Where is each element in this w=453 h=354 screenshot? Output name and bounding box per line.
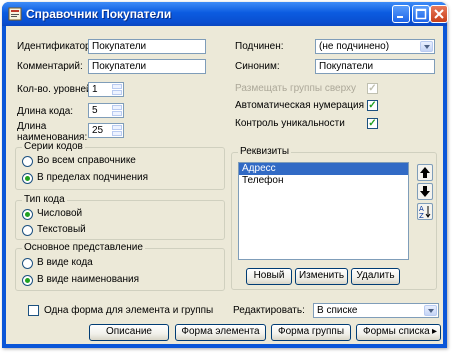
name-length-value: 25 <box>92 125 104 136</box>
arrow-down-icon <box>420 186 430 197</box>
description-button[interactable]: Описание <box>89 324 169 341</box>
edit-mode-value: В списке <box>317 305 358 316</box>
chevron-down-icon[interactable] <box>420 41 433 52</box>
auto-numbering-label: Автоматическая нумерация <box>235 100 364 111</box>
requisites-list[interactable]: Адресс Телефон <box>238 162 409 260</box>
code-length-spin-icon[interactable] <box>112 105 122 116</box>
identifier-input[interactable]: Покупатели <box>88 39 206 54</box>
uniqueness-label: Контроль уникальности <box>235 118 345 129</box>
requisites-title: Реквизиты <box>238 146 292 158</box>
minimize-icon <box>397 16 403 18</box>
requisites-list-item[interactable]: Адресс <box>239 163 408 175</box>
subordinate-select[interactable]: (не подчинено) <box>315 39 435 54</box>
window-title: Справочник Покупатели <box>26 7 172 21</box>
close-icon <box>434 9 444 19</box>
requisites-list-item[interactable]: Телефон <box>239 175 408 187</box>
edit-requisite-button[interactable]: Изменить <box>295 268 348 285</box>
dialog-body: Идентификатор: Покупатели Комментарий: П… <box>6 26 443 344</box>
synonym-input[interactable]: Покупатели <box>315 59 435 74</box>
list-forms-label: Формы списка <box>363 326 430 337</box>
code-series-title: Серии кодов <box>22 141 85 153</box>
comment-input[interactable]: Покупатели <box>88 59 206 74</box>
code-type-group: Тип кода Числовой Текстовый <box>15 194 225 240</box>
element-form-button[interactable]: Форма элемента <box>175 324 266 341</box>
arrow-right-icon: ▸ <box>431 326 437 337</box>
code-length-value: 5 <box>92 105 98 116</box>
levels-stepper[interactable]: 1 <box>88 82 124 97</box>
code-series-option-1[interactable]: В пределах подчинения <box>37 172 148 184</box>
sort-az-icon: A Z <box>419 205 431 220</box>
code-type-title: Тип кода <box>22 194 67 206</box>
code-type-radio-1[interactable] <box>22 225 33 236</box>
move-down-button[interactable] <box>417 183 433 200</box>
subordinate-value: (не подчинено) <box>319 41 390 52</box>
move-up-button[interactable] <box>417 164 433 181</box>
code-series-radio-1[interactable] <box>22 173 33 184</box>
levels-spin-icon[interactable] <box>112 84 122 95</box>
sort-button[interactable]: A Z <box>417 203 433 220</box>
requisites-group: Реквизиты Адресс Телефон A Z Новый Измен… <box>231 146 437 290</box>
uniqueness-checkbox[interactable]: ✓ <box>367 118 378 129</box>
title-bar[interactable]: Справочник Покупатели <box>2 2 448 26</box>
chevron-down-icon[interactable] <box>424 305 437 316</box>
code-type-radio-0[interactable] <box>22 209 33 220</box>
close-button[interactable] <box>430 5 448 23</box>
maximize-icon <box>415 8 427 20</box>
minimize-button[interactable] <box>392 5 410 23</box>
one-form-checkbox[interactable] <box>28 305 39 316</box>
code-length-stepper[interactable]: 5 <box>88 103 124 118</box>
groups-on-top-checkbox: ✓ <box>367 83 378 94</box>
dialog-window: Справочник Покупатели Идентификатор: Пок… <box>2 2 448 348</box>
edit-mode-label: Редактировать: <box>233 305 305 316</box>
new-requisite-button[interactable]: Новый <box>246 268 292 285</box>
auto-numbering-checkbox[interactable]: ✓ <box>367 100 378 111</box>
synonym-label: Синоним: <box>235 61 280 72</box>
name-length-stepper[interactable]: 25 <box>88 123 124 138</box>
levels-label: Кол-во. уровней <box>17 84 92 95</box>
main-view-option-0[interactable]: В виде кода <box>37 257 93 269</box>
code-length-label: Длина кода: <box>17 106 74 117</box>
code-series-radio-0[interactable] <box>22 156 33 167</box>
svg-text:Z: Z <box>419 212 424 219</box>
main-view-radio-1[interactable] <box>22 275 33 286</box>
code-series-option-0[interactable]: Во всем справочнике <box>37 155 136 167</box>
comment-label: Комментарий: <box>17 61 83 72</box>
group-form-button[interactable]: Форма группы <box>271 324 351 341</box>
list-forms-button[interactable]: Формы списка ▸ <box>356 324 441 341</box>
one-form-label[interactable]: Одна форма для элемента и группы <box>44 305 213 317</box>
groups-on-top-label: Размещать группы сверху <box>235 83 357 94</box>
levels-value: 1 <box>92 84 98 95</box>
arrow-up-icon <box>420 167 430 178</box>
name-length-spin-icon[interactable] <box>112 125 122 136</box>
code-type-option-0[interactable]: Числовой <box>37 208 82 220</box>
main-view-group: Основное представление В виде кода В вид… <box>15 242 225 291</box>
code-series-group: Серии кодов Во всем справочнике В предел… <box>15 141 225 190</box>
code-type-option-1[interactable]: Текстовый <box>37 224 86 236</box>
maximize-button[interactable] <box>412 5 430 23</box>
subordinate-label: Подчинен: <box>235 41 284 52</box>
catalog-icon <box>8 7 22 21</box>
main-view-title: Основное представление <box>22 242 145 254</box>
edit-mode-select[interactable]: В списке <box>313 303 439 318</box>
delete-requisite-button[interactable]: Удалить <box>351 268 400 285</box>
identifier-label: Идентификатор: <box>17 41 94 52</box>
main-view-option-1[interactable]: В виде наименования <box>37 274 139 286</box>
main-view-radio-0[interactable] <box>22 258 33 269</box>
